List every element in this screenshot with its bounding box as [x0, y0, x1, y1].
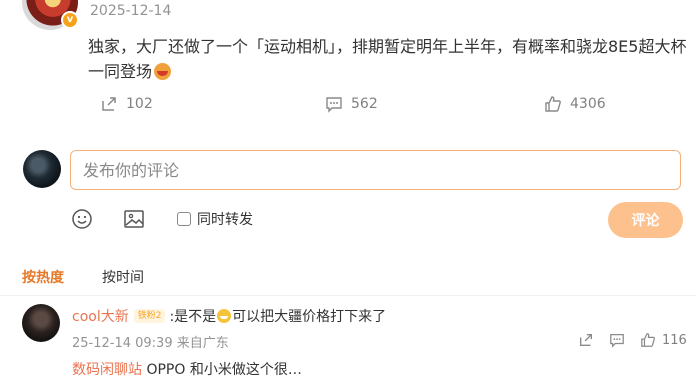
- comment-icon: [610, 334, 624, 348]
- tab-sort-by-hot[interactable]: 按热度: [22, 267, 64, 287]
- forward-icon: [102, 97, 116, 111]
- next-comment-partial: 数码闲聊站 OPPO 和小米做这个很…: [72, 359, 672, 379]
- comment-location: 来自广东: [176, 336, 229, 351]
- commenter-name[interactable]: cool大新: [72, 306, 129, 326]
- post-text-content: 独家，大厂还做了一个「运动相机」，排期暂定明年上半年，有概率和骁龙8E5超大杯一…: [88, 37, 687, 81]
- next-comment-text: OPPO 和小米做这个很…: [146, 362, 302, 378]
- comment-like-button[interactable]: 116: [640, 331, 687, 349]
- like-button[interactable]: 4306: [544, 94, 606, 114]
- smiling-face-emoji-icon: [154, 63, 172, 80]
- comment-content: cool大新 铁粉2 :是不是 可以把大疆价格打下来了: [72, 306, 386, 326]
- comment-meta: 25-12-14 09:39 来自广东: [72, 332, 229, 351]
- post-text: 独家，大厂还做了一个「运动相机」，排期暂定明年上半年，有概率和骁龙8E5超大杯一…: [88, 34, 688, 84]
- smiley-icon: [72, 209, 92, 229]
- vip-badge: v: [61, 11, 79, 29]
- comment-text-after: 可以把大疆价格打下来了: [232, 309, 387, 325]
- grinning-sweat-emoji-icon: [217, 309, 232, 323]
- comment-input[interactable]: [70, 150, 681, 190]
- forward-icon: [580, 334, 592, 346]
- like-count: 4306: [570, 96, 606, 112]
- tab-sort-by-time[interactable]: 按时间: [102, 267, 144, 287]
- sync-forward-checkbox[interactable]: [177, 212, 191, 226]
- post-date[interactable]: 2025-12-14: [90, 3, 171, 19]
- submit-comment-button[interactable]: 评论: [608, 202, 683, 238]
- sync-forward-option[interactable]: 同时转发: [177, 209, 253, 229]
- image-upload-button[interactable]: [123, 208, 145, 230]
- comment-text-before: :是不是: [169, 309, 217, 325]
- divider: [0, 295, 696, 296]
- comment-time: 25-12-14 09:39: [72, 336, 173, 351]
- next-commenter-name[interactable]: 数码闲聊站: [72, 362, 142, 378]
- comment-icon: [326, 97, 342, 113]
- comment-like-count: 116: [662, 332, 687, 348]
- comment-count: 562: [351, 96, 378, 112]
- fan-level-badge: 铁粉2: [133, 309, 166, 323]
- thumbs-up-icon: [545, 96, 561, 112]
- current-user-avatar[interactable]: [23, 150, 61, 188]
- thumbs-up-icon: [641, 333, 656, 347]
- forward-button[interactable]: 102: [100, 94, 153, 114]
- image-icon: [124, 210, 144, 228]
- comment-reply-button[interactable]: [609, 331, 625, 349]
- comment-forward-button[interactable]: [578, 331, 594, 349]
- comment-button[interactable]: 562: [325, 94, 378, 114]
- sync-forward-label: 同时转发: [197, 212, 253, 228]
- forward-count: 102: [126, 96, 153, 112]
- commenter-avatar[interactable]: [22, 304, 60, 342]
- emoji-picker-button[interactable]: [71, 208, 93, 230]
